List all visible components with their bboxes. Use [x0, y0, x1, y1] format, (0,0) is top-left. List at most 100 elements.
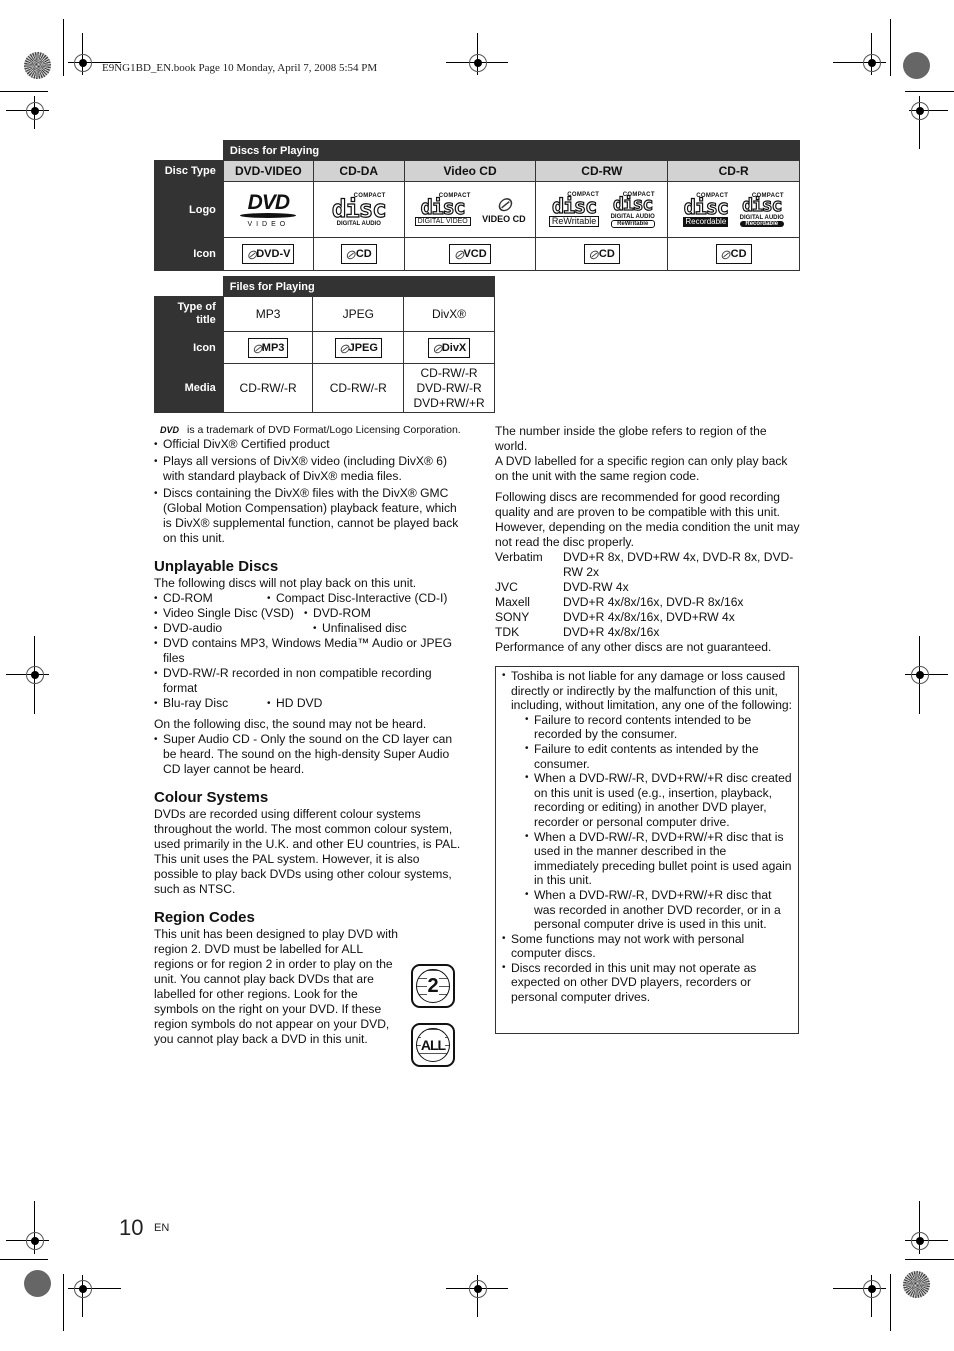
disc-type-cd-da: CD-DA — [312, 160, 405, 182]
recommended-discs-list: Verbatim DVD+R 8x, DVD+RW 4x, DVD-R 8x, D… — [495, 550, 801, 640]
list-item: Super Audio CD - Only the sound on the C… — [154, 732, 464, 777]
colour-paragraph: This unit uses the PAL system. However, … — [154, 852, 452, 896]
crosshair-icon — [469, 1280, 487, 1298]
performance-note: Performance of any other discs are not g… — [495, 640, 772, 654]
list-item: When a DVD-RW/-R, DVD+RW/+R disc created… — [525, 771, 792, 829]
discs-table: Discs for Playing Disc Type DVD-VIDEO CD… — [154, 140, 801, 271]
region-all-globe-icon: ALL — [411, 1023, 455, 1067]
colour-systems-heading: Colour Systems — [154, 789, 269, 806]
list-item: Toshiba is not liable for any damage or … — [502, 669, 792, 932]
dvd-mini-logo-icon: DVD — [160, 425, 180, 435]
cd-r-logo: COMPACT disc Recordable COMPACT disc DIG… — [667, 181, 800, 238]
crop-line — [905, 1259, 954, 1260]
compact-disc-logo-icon: COMPACT disc Recordable — [683, 192, 730, 227]
list-item: DVD-RW/-R recorded in non compatible rec… — [154, 666, 464, 696]
list-item: Official DivX® Certified product — [154, 437, 464, 452]
dvd-video-logo: DVD VIDEO — [222, 181, 314, 238]
crosshair-icon — [863, 54, 881, 72]
print-header: E9NG1BD_EN.book Page 10 Monday, April 7,… — [102, 62, 378, 74]
jpeg-file-icon: ⊘ JPEG — [334, 337, 382, 358]
grey-target-icon — [24, 52, 51, 79]
crop-line — [63, 19, 64, 76]
crop-line — [890, 19, 891, 76]
cd-da-logo: COMPACT disc DIGITAL AUDIO — [312, 181, 405, 238]
row-label-disc-type: Disc Type — [154, 160, 224, 182]
cd-disc-icon: ⊘ CD — [583, 244, 620, 264]
crop-line — [890, 1274, 891, 1331]
crosshair-icon — [74, 54, 92, 72]
region-2-globe-icon: 2 — [411, 964, 455, 1008]
list-item: DVD contains MP3, Windows Media™ Audio o… — [154, 636, 464, 666]
list-item: When a DVD-RW/-R, DVD+RW/+R disc that is… — [525, 830, 792, 888]
grey-target-icon — [903, 1271, 930, 1298]
discs: DVD+R 4x/8x/16x, DVD+RW 4x — [563, 610, 735, 624]
compact-disc-logo-icon: COMPACT disc DIGITAL AUDIO ReWritable — [610, 191, 655, 228]
disc-type-cd-rw: CD-RW — [535, 160, 669, 182]
row-label-logo: Logo — [154, 181, 224, 238]
grey-target-icon — [24, 1270, 51, 1297]
list-item: Video Single Disc (VSD)DVD-ROM — [154, 606, 464, 621]
list-item: Discs recorded in this unit may not oper… — [502, 961, 792, 1005]
brand: Verbatim — [495, 550, 543, 564]
files-table: Files for Playing Type of title MP3 JPEG … — [154, 276, 496, 413]
recommend-intro: Following discs are recommended for good… — [495, 490, 800, 549]
title-type-divx: DivX® — [403, 296, 495, 332]
crosshair-icon — [26, 102, 44, 120]
list-item: Failure to edit contents as intended by … — [525, 742, 792, 771]
compact-disc-logo-icon: COMPACT disc DIGITAL AUDIO Recordable — [739, 192, 784, 227]
divx-bullets: Official DivX® Certified product Plays a… — [154, 437, 464, 546]
list-item: Plays all versions of DivX® video (inclu… — [154, 454, 464, 484]
globe-paragraph: A DVD labelled for a specific region can… — [495, 454, 788, 483]
video-cd-logo: COMPACT disc DIGITAL VIDEO ⊘ VIDEO CD — [403, 181, 537, 238]
list-item: Some functions may not work with persona… — [502, 932, 792, 961]
discs: DVD-RW 4x — [563, 580, 629, 594]
vcd-disc-icon: ⊘ VCD — [449, 244, 491, 264]
crop-line — [905, 91, 954, 92]
crosshair-icon — [863, 1280, 881, 1298]
dvd-v-disc-icon: ⊘ DVD-V — [242, 244, 295, 264]
region-paragraph: This unit has been designed to play DVD … — [154, 927, 399, 1046]
list-item: CD-ROMCompact Disc-Interactive (CD-I) — [154, 591, 464, 606]
list-item: Blu-ray DiscHD DVD — [154, 696, 464, 711]
title-type-jpeg: JPEG — [312, 296, 405, 332]
crosshair-icon — [911, 1232, 929, 1250]
cd-rw-logo: COMPACT disc ReWritable COMPACT disc DIG… — [535, 181, 669, 238]
video-cd-logo-icon: ⊘ VIDEO CD — [482, 194, 526, 224]
disc-type-dvd-video: DVD-VIDEO — [222, 160, 314, 182]
title-type-mp3: MP3 — [222, 296, 314, 332]
discs: DVD+R 4x/8x/16x — [563, 625, 660, 639]
region-codes-heading: Region Codes — [154, 909, 255, 926]
mp3-file-icon: ⊘ MP3 — [247, 337, 289, 358]
discs: DVD+R 4x/8x/16x, DVD-R 8x/16x — [563, 595, 744, 609]
list-item: Failure to record contents intended to b… — [525, 713, 792, 742]
cd-disc-icon: ⊘ CD — [715, 244, 752, 264]
brand: TDK — [495, 625, 520, 639]
crosshair-icon — [911, 102, 929, 120]
crosshair-icon — [74, 1280, 92, 1298]
media-mp3: CD-RW/-R — [222, 363, 314, 413]
globe-paragraph: The number inside the globe refers to re… — [495, 424, 767, 453]
media-divx: CD-RW/-R DVD-RW/-R DVD+RW/+R — [403, 363, 495, 413]
list-item: DVD-audioUnfinalised disc — [154, 621, 464, 636]
row-label-media: Media — [154, 363, 224, 413]
files-banner: Files for Playing — [222, 276, 496, 297]
disc-type-cd-r: CD-R — [667, 160, 800, 182]
page-language: EN — [154, 1222, 170, 1234]
brand: SONY — [495, 610, 530, 624]
page-number: 10 — [119, 1215, 144, 1240]
crop-line — [63, 1274, 64, 1331]
cd-disc-icon: ⊘ CD — [340, 244, 377, 264]
row-label-icon: Icon — [154, 237, 224, 271]
discs: DVD+R 8x, DVD+RW 4x, DVD-R 8x, DVD-RW 2x — [563, 550, 794, 579]
colour-paragraph: DVDs are recorded using different colour… — [154, 807, 461, 851]
liability-notice-box: Toshiba is not liable for any damage or … — [495, 666, 799, 1034]
compact-disc-logo-icon: COMPACT disc ReWritable — [548, 192, 600, 227]
grey-target-icon — [903, 52, 930, 79]
media-jpeg: CD-RW/-R — [312, 363, 405, 413]
crop-line — [0, 1259, 48, 1260]
crop-line — [0, 91, 48, 92]
unplayable-heading: Unplayable Discs — [154, 558, 279, 575]
sound-intro: On the following disc, the sound may not… — [154, 717, 427, 731]
compact-disc-logo-icon: COMPACT disc DIGITAL AUDIO — [331, 192, 387, 227]
right-column: The number inside the globe refers to re… — [495, 424, 801, 655]
